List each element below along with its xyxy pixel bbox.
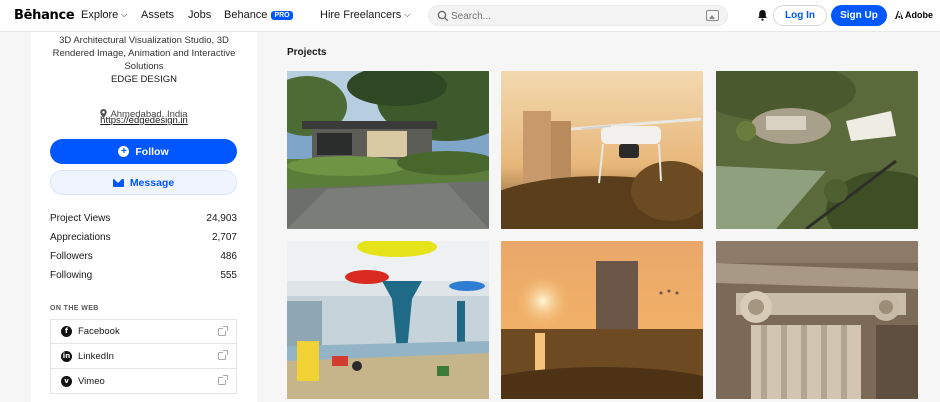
project-card[interactable] bbox=[287, 241, 489, 399]
web-link-facebook[interactable]: f Facebook bbox=[50, 319, 237, 344]
plus-icon: + bbox=[118, 146, 130, 157]
project-thumbnail-drone bbox=[501, 71, 703, 229]
stat-label: Followers bbox=[50, 251, 93, 262]
chevron-down-icon: ⌵ bbox=[404, 10, 411, 19]
follow-button[interactable]: + Follow bbox=[50, 139, 237, 164]
search-icon bbox=[437, 10, 449, 22]
stat-row: Project Views 24,903 bbox=[50, 212, 237, 231]
sidebar-actions: + Follow Message Project Views 24,903 Appr… bbox=[31, 32, 257, 402]
follow-label: Follow bbox=[135, 145, 169, 158]
stat-value: 24,903 bbox=[206, 213, 237, 224]
nav-behance-label: Behance bbox=[224, 9, 268, 21]
project-card[interactable] bbox=[501, 241, 703, 399]
external-link-icon bbox=[218, 350, 228, 360]
vimeo-icon: v bbox=[61, 375, 72, 387]
web-link-label: Vimeo bbox=[78, 375, 105, 387]
project-card[interactable] bbox=[716, 71, 918, 229]
web-link-vimeo[interactable]: v Vimeo bbox=[50, 369, 237, 394]
projects-heading: Projects bbox=[287, 47, 327, 58]
bell-icon[interactable] bbox=[757, 9, 768, 21]
project-thumbnail-playarea bbox=[287, 241, 489, 399]
adobe-label: Adobe bbox=[905, 10, 933, 20]
search-bar[interactable] bbox=[428, 5, 728, 26]
stat-row: Followers 486 bbox=[50, 250, 237, 269]
envelope-icon bbox=[112, 178, 124, 187]
chevron-down-icon: ⌵ bbox=[121, 10, 128, 19]
project-card[interactable] bbox=[716, 241, 918, 399]
web-link-linkedin[interactable]: in LinkedIn bbox=[50, 344, 237, 369]
project-card[interactable] bbox=[501, 71, 703, 229]
nav-assets[interactable]: Assets bbox=[141, 9, 174, 21]
message-button[interactable]: Message bbox=[50, 170, 237, 195]
stat-label: Appreciations bbox=[50, 232, 111, 243]
nav-behance-pro[interactable]: Behance PRO bbox=[224, 9, 293, 21]
stat-label: Following bbox=[50, 270, 93, 281]
top-navbar: Bēhance Explore ⌵ Assets Jobs Behance PRO … bbox=[0, 0, 940, 32]
web-link-label: LinkedIn bbox=[78, 350, 114, 362]
nav-explore[interactable]: Explore ⌵ bbox=[81, 9, 127, 21]
external-link-icon bbox=[218, 375, 228, 385]
project-thumbnail-sunset bbox=[501, 241, 703, 399]
image-search-icon[interactable] bbox=[706, 10, 719, 21]
stat-value: 555 bbox=[220, 270, 237, 281]
nav-jobs[interactable]: Jobs bbox=[188, 9, 211, 21]
project-thumbnail-column bbox=[716, 241, 918, 399]
linkedin-icon: in bbox=[61, 350, 72, 362]
stat-row: Appreciations 2,707 bbox=[50, 231, 237, 250]
search-input[interactable] bbox=[451, 8, 701, 24]
adobe-logo[interactable]: Adobe bbox=[895, 10, 933, 20]
project-card[interactable] bbox=[287, 71, 489, 229]
project-thumbnail-aerial bbox=[716, 71, 918, 229]
stat-value: 2,707 bbox=[211, 232, 237, 243]
behance-logo[interactable]: Bēhance bbox=[14, 8, 75, 23]
stat-value: 486 bbox=[220, 251, 237, 262]
profile-stats: Project Views 24,903 Appreciations 2,707 F… bbox=[50, 212, 237, 288]
web-link-label: Facebook bbox=[78, 326, 120, 337]
message-label: Message bbox=[129, 176, 175, 189]
nav-explore-label: Explore bbox=[81, 9, 119, 21]
on-the-web-heading: ON THE WEB bbox=[50, 305, 99, 312]
stat-row: Following 555 bbox=[50, 269, 237, 288]
external-link-icon bbox=[218, 326, 228, 336]
nav-hire-freelancers[interactable]: Hire Freelancers ⌵ bbox=[320, 9, 410, 21]
facebook-icon: f bbox=[61, 326, 72, 337]
stat-label: Project Views bbox=[50, 213, 111, 224]
web-links-list: f Facebook in LinkedIn v Vimeo bbox=[50, 319, 237, 394]
project-thumbnail-villa bbox=[287, 71, 489, 229]
pro-badge: PRO bbox=[271, 11, 293, 20]
signup-button[interactable]: Sign Up bbox=[831, 5, 887, 26]
adobe-icon bbox=[895, 11, 903, 19]
login-button[interactable]: Log In bbox=[773, 5, 827, 26]
nav-hire-label: Hire Freelancers bbox=[320, 9, 402, 21]
